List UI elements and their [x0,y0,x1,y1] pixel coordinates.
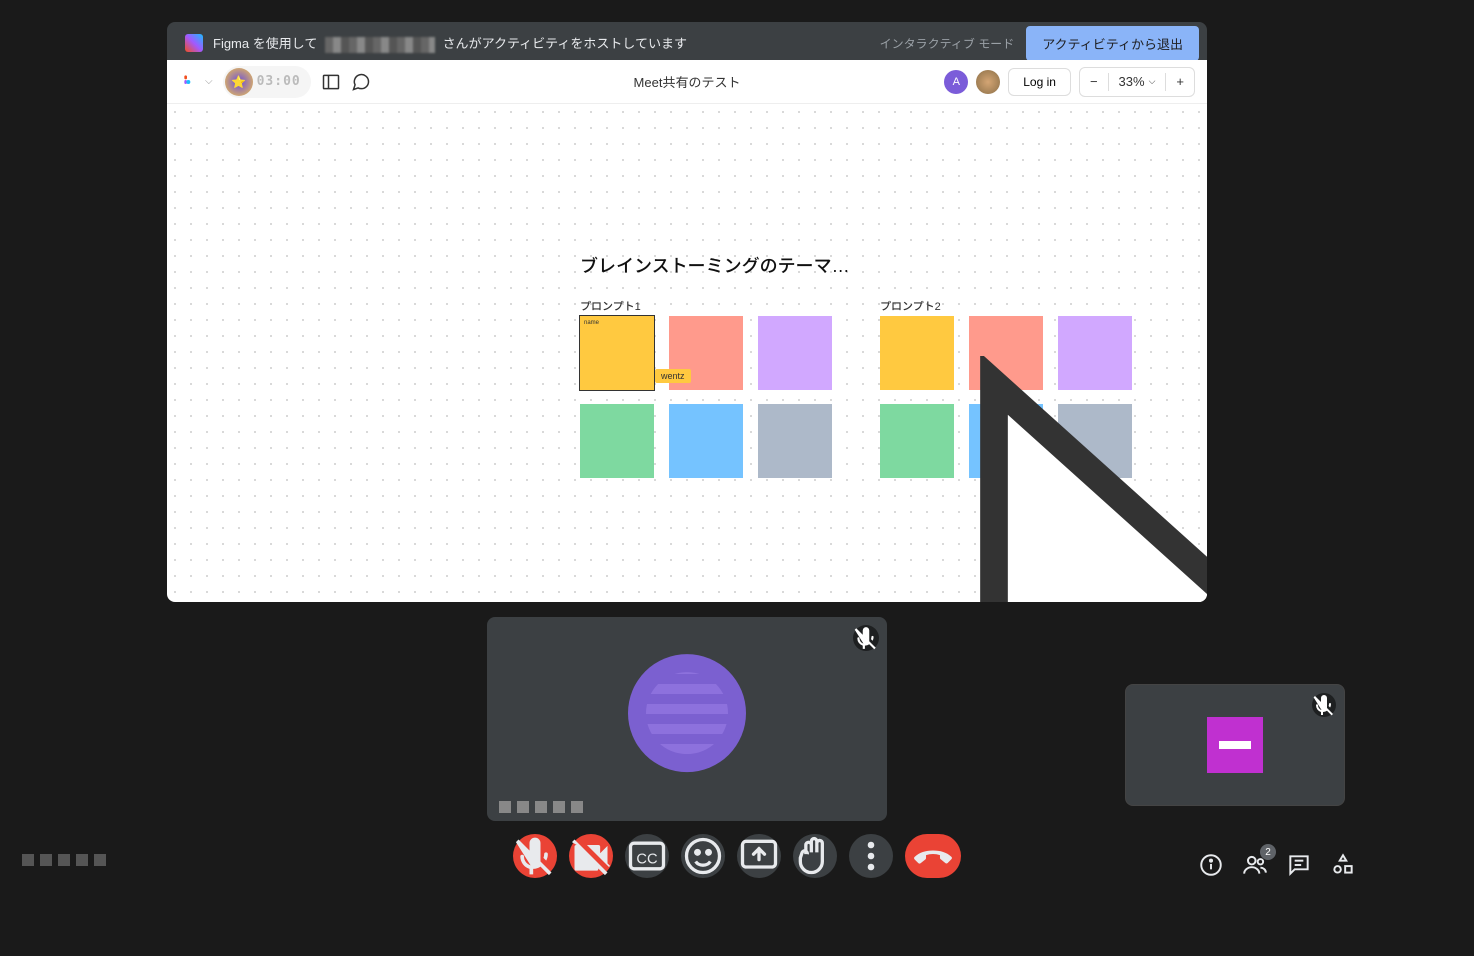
mic-muted-icon [1312,693,1336,717]
exit-activity-button[interactable]: アクティビティから退出 [1026,26,1199,61]
self-video-tile[interactable] [1125,684,1345,806]
self-avatar [1207,717,1263,773]
host-name-pixelated [325,37,435,53]
activity-banner: Figma を使用して さんがアクティビティをホストしています インタラクティブ… [167,22,1207,64]
toggle-mic-button[interactable] [513,834,557,878]
interactive-mode-label: インタラクティブ モード [880,35,1015,52]
sticky-note[interactable] [758,404,832,478]
banner-text: Figma を使用して さんがアクティビティをホストしています [213,33,880,53]
activities-button[interactable] [1330,852,1356,878]
chevron-down-icon[interactable]: ⌵ [205,76,213,87]
zoom-out-button[interactable]: − [1080,74,1108,89]
chevron-down-icon: ⌵ [1149,76,1156,87]
document-title[interactable]: Meet共有のテスト [634,72,741,91]
sticky-note[interactable] [969,404,1043,478]
mic-muted-icon [853,625,879,651]
participant-count-badge: 2 [1260,844,1276,860]
zoom-control: − 33% ⌵ + [1079,67,1195,97]
figma-logo-icon [185,34,203,52]
figjam-canvas[interactable]: ブレインストーミングのテーマ… プロンプト1 プロンプト2 name wentz [167,104,1207,602]
sticky-note[interactable] [880,404,954,478]
sticky-note[interactable] [969,316,1043,390]
remote-cursor-icon [640,356,1207,602]
comment-icon[interactable] [351,72,371,92]
sticky-note[interactable] [669,404,743,478]
svg-text:CC: CC [636,851,658,867]
sticky-note[interactable] [1058,316,1132,390]
timer-icon: ⭐ [225,68,253,96]
raise-hand-button[interactable] [793,834,837,878]
figma-menu-icon[interactable] [179,74,195,90]
figjam-panel: ⌵ ⭐ 03:00 Meet共有のテスト A Log in − 33% ⌵ + … [167,60,1207,602]
banner-suffix: さんがアクティビティをホストしています [443,36,687,51]
zoom-level[interactable]: 33% ⌵ [1109,74,1166,89]
prompt-2-label[interactable]: プロンプト2 [880,298,941,314]
user-avatar-a[interactable]: A [944,70,968,94]
sticky-note[interactable] [880,316,954,390]
zoom-in-button[interactable]: + [1166,74,1194,89]
layout-grid-icon[interactable] [321,72,341,92]
chat-button[interactable] [1286,852,1312,878]
toggle-captions-button[interactable]: CC [625,834,669,878]
figjam-toolbar: ⌵ ⭐ 03:00 Meet共有のテスト A Log in − 33% ⌵ + [167,60,1207,104]
sticky-note[interactable]: name [580,316,654,390]
remote-cursor-label: wentz [655,369,691,383]
reactions-button[interactable] [681,834,725,878]
present-screen-button[interactable] [737,834,781,878]
prompt-1-label[interactable]: プロンプト1 [580,298,641,314]
more-options-button[interactable] [849,834,893,878]
meet-control-bar: CC [513,834,961,878]
sticky-note[interactable] [1058,404,1132,478]
timer-value: 03:00 [257,74,301,89]
meeting-time-pixelated [22,854,106,866]
participant-avatar [628,654,746,772]
brainstorm-theme-title[interactable]: ブレインストーミングのテーマ… [580,252,850,278]
meeting-details-button[interactable] [1198,852,1224,878]
toolbar-right: A Log in − 33% ⌵ + [944,67,1195,97]
login-button[interactable]: Log in [1008,68,1071,96]
meet-info-bar: 2 [1198,852,1356,878]
user-avatar-photo[interactable] [976,70,1000,94]
toggle-camera-button[interactable] [569,834,613,878]
banner-prefix: Figma を使用して [213,36,317,51]
participant-video-tile[interactable] [487,617,887,821]
sticky-note[interactable] [580,404,654,478]
show-participants-button[interactable]: 2 [1242,852,1268,878]
participant-name-pixelated [499,801,583,813]
timer-widget[interactable]: ⭐ 03:00 [223,66,311,98]
leave-call-button[interactable] [905,834,961,878]
sticky-note[interactable] [758,316,832,390]
